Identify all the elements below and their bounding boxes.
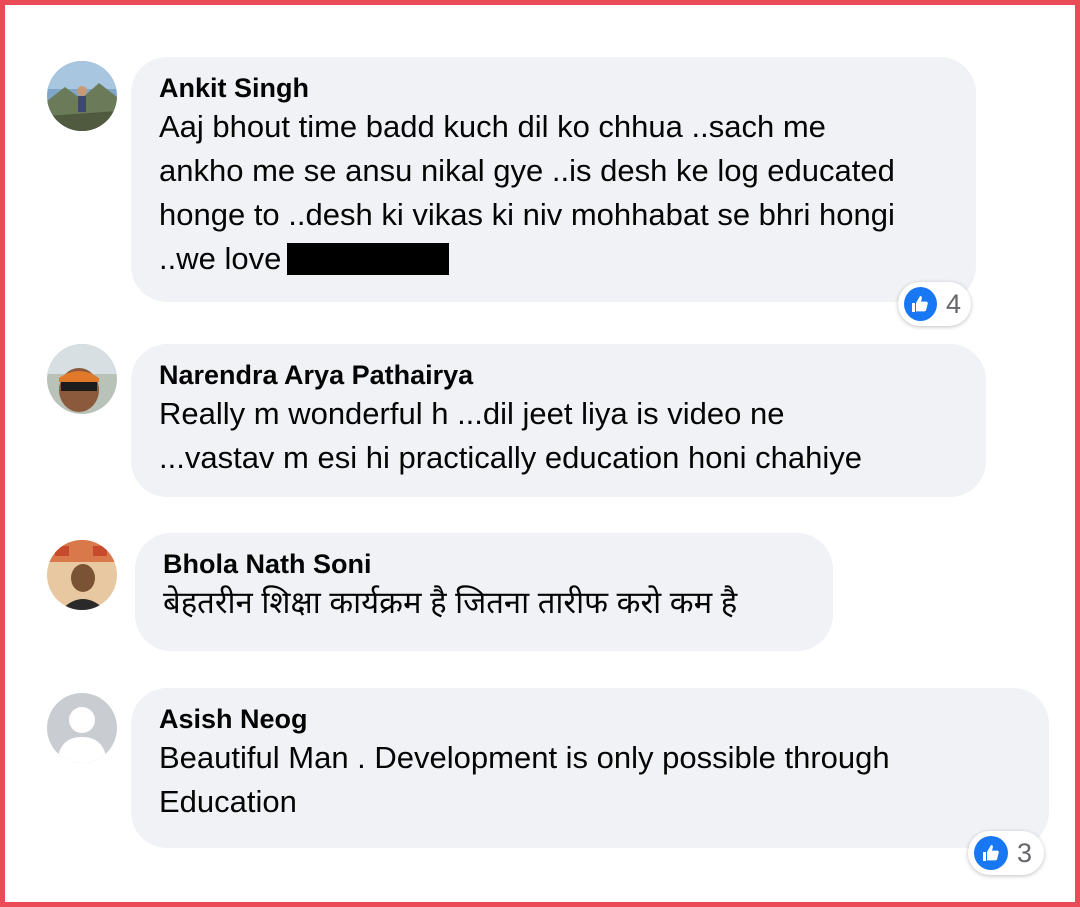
- like-icon: [904, 287, 937, 321]
- screenshot-frame: Ankit Singh Aaj bhout time badd kuch dil…: [0, 0, 1080, 907]
- comment-text-line: honge to ..desh ki vikas ki niv mohhabat…: [159, 197, 895, 232]
- comment-bubble: Narendra Arya Pathairya Really m wonderf…: [131, 344, 986, 497]
- comment-text-line: बेहतरीन शिक्षा कार्यक्रम है जितना तारीफ …: [163, 585, 738, 620]
- comment-text-line: Really m wonderful h ...dil jeet liya is…: [159, 396, 785, 431]
- comment-author[interactable]: Narendra Arya Pathairya: [159, 358, 958, 392]
- reaction-summary[interactable]: 3: [968, 831, 1044, 875]
- comment-bubble: Bhola Nath Soni बेहतरीन शिक्षा कार्यक्रम…: [135, 533, 833, 651]
- redaction-box: [287, 243, 450, 275]
- avatar[interactable]: [47, 61, 117, 131]
- comment-text-line: Aaj bhout time badd kuch dil ko chhua ..…: [159, 109, 826, 144]
- reaction-count: 4: [945, 288, 961, 319]
- comment-bubble: Asish Neog Beautiful Man . Development i…: [131, 688, 1049, 848]
- avatar-photo: [47, 344, 117, 414]
- avatar[interactable]: [47, 540, 117, 610]
- avatar-photo: [47, 61, 117, 131]
- avatar[interactable]: [47, 344, 117, 414]
- comment-text-line: ...vastav m esi hi practically education…: [159, 440, 863, 475]
- comment-text-line: Beautiful Man . Development is only poss…: [159, 740, 890, 775]
- comment-text-line-last: ..we love: [159, 237, 948, 281]
- reaction-summary[interactable]: 4: [898, 282, 971, 326]
- comment-text-fragment: ..we love: [159, 241, 282, 276]
- reaction-count: 3: [1017, 837, 1033, 868]
- comment-author[interactable]: Ankit Singh: [159, 71, 948, 105]
- comment-author[interactable]: Bhola Nath Soni: [163, 547, 805, 581]
- avatar-photo: [47, 540, 117, 610]
- comment-author[interactable]: Asish Neog: [159, 702, 1021, 736]
- default-avatar-icon: [47, 693, 117, 763]
- comment-text-line: ankho me se ansu nikal gye ..is desh ke …: [159, 153, 895, 188]
- comment-bubble: Ankit Singh Aaj bhout time badd kuch dil…: [131, 57, 976, 302]
- avatar[interactable]: [47, 693, 117, 763]
- comment-text-line: Education: [159, 784, 297, 819]
- like-icon: [974, 836, 1008, 870]
